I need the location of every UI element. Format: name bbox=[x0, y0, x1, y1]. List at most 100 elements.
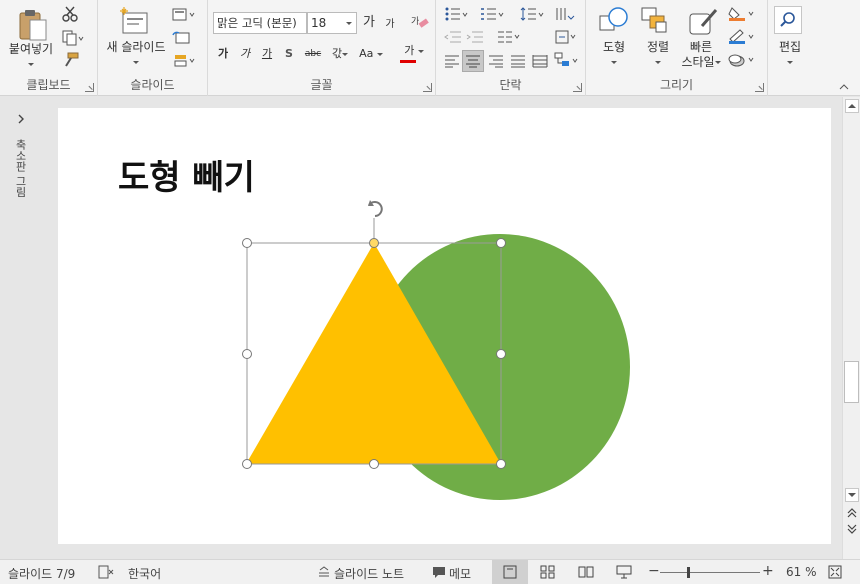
shapes-dropdown-icon[interactable] bbox=[611, 61, 617, 64]
shape-outline-icon[interactable] bbox=[728, 29, 756, 48]
shapes-icon[interactable] bbox=[598, 6, 630, 39]
font-size-select[interactable]: 18 bbox=[307, 12, 357, 34]
drawing-launcher-icon[interactable] bbox=[755, 83, 764, 92]
arrange-icon[interactable] bbox=[640, 6, 672, 39]
quick-styles-button[interactable]: 빠른 스타일 bbox=[678, 40, 724, 70]
strikethrough-button[interactable]: abc bbox=[302, 45, 324, 63]
shape-fill-icon[interactable] bbox=[728, 6, 756, 25]
scrollbar-thumb[interactable] bbox=[844, 361, 859, 403]
smartart-icon[interactable] bbox=[554, 52, 580, 71]
change-case-dropdown-icon[interactable] bbox=[376, 52, 383, 56]
distributed-icon[interactable] bbox=[532, 54, 548, 71]
section-icon[interactable] bbox=[172, 54, 196, 71]
change-case-button[interactable]: Aa bbox=[356, 45, 386, 63]
zoom-slider[interactable] bbox=[660, 567, 760, 578]
bold-button[interactable]: 가 bbox=[216, 45, 230, 63]
scroll-down-button[interactable] bbox=[845, 488, 859, 502]
resize-handle-bottom-right[interactable] bbox=[496, 459, 506, 469]
font-color-button[interactable]: 가 bbox=[398, 42, 430, 63]
slide-counter[interactable]: 슬라이드 7/9 bbox=[8, 565, 75, 582]
reading-view-icon[interactable] bbox=[578, 565, 594, 582]
notes-icon[interactable] bbox=[318, 566, 330, 581]
text-direction-icon[interactable] bbox=[554, 6, 580, 25]
expand-thumbnails-icon[interactable] bbox=[16, 113, 26, 128]
thumbnail-pane-label[interactable]: 축소판 그림 bbox=[12, 139, 28, 198]
paste-button[interactable]: 붙여넣기 bbox=[4, 42, 58, 72]
resize-handle-top-right[interactable] bbox=[496, 238, 506, 248]
increase-indent-icon[interactable] bbox=[466, 30, 484, 47]
notes-button[interactable]: 슬라이드 노트 bbox=[334, 565, 404, 582]
normal-view-icon[interactable] bbox=[492, 560, 528, 584]
paste-icon[interactable] bbox=[18, 8, 48, 45]
editing-dropdown-icon[interactable] bbox=[787, 61, 793, 64]
copy-icon[interactable] bbox=[62, 30, 84, 49]
slideshow-icon[interactable] bbox=[616, 565, 632, 582]
cut-icon[interactable] bbox=[62, 6, 78, 25]
numbering-icon[interactable] bbox=[480, 6, 506, 25]
clipboard-group-label: 클립보드 bbox=[26, 78, 71, 92]
columns-icon[interactable] bbox=[496, 30, 522, 47]
rotation-handle-icon[interactable] bbox=[368, 200, 383, 217]
layout-icon[interactable] bbox=[172, 8, 196, 25]
zoom-out-icon[interactable]: − bbox=[648, 563, 660, 579]
bold-label: 가 bbox=[217, 47, 229, 60]
find-icon[interactable] bbox=[774, 6, 802, 34]
scroll-up-button[interactable] bbox=[845, 99, 859, 113]
quick-styles-dropdown-icon[interactable] bbox=[714, 61, 721, 64]
format-painter-icon[interactable] bbox=[62, 52, 80, 71]
shape-effects-icon[interactable] bbox=[728, 52, 756, 71]
shapes-button[interactable]: 도형 bbox=[592, 40, 636, 70]
previous-slide-icon[interactable] bbox=[847, 507, 857, 522]
comments-icon[interactable] bbox=[432, 566, 446, 582]
slide-canvas[interactable]: 도형 빼기 bbox=[58, 108, 831, 544]
fit-to-window-icon[interactable] bbox=[828, 565, 842, 582]
font-color-dropdown-icon[interactable] bbox=[417, 49, 424, 53]
comments-button[interactable]: 메모 bbox=[449, 565, 471, 582]
italic-button[interactable]: 가 bbox=[238, 45, 252, 63]
adjust-handle-top[interactable] bbox=[369, 238, 379, 248]
resize-handle-mid-right[interactable] bbox=[496, 349, 506, 359]
decrease-indent-icon[interactable] bbox=[444, 30, 462, 47]
shrink-font-button[interactable]: 가 bbox=[382, 16, 398, 34]
slide-sorter-icon[interactable] bbox=[540, 565, 556, 582]
resize-handle-bottom-left[interactable] bbox=[242, 459, 252, 469]
grow-font-button[interactable]: 가 bbox=[360, 14, 378, 32]
character-spacing-dropdown-icon[interactable] bbox=[342, 52, 349, 56]
clipboard-launcher-icon[interactable] bbox=[85, 83, 94, 92]
resize-handle-top-left[interactable] bbox=[242, 238, 252, 248]
font-launcher-icon[interactable] bbox=[423, 83, 432, 92]
resize-handle-bottom-mid[interactable] bbox=[369, 459, 379, 469]
quick-styles-icon[interactable] bbox=[688, 6, 720, 39]
arrange-dropdown-icon[interactable] bbox=[655, 61, 661, 64]
new-slide-icon[interactable] bbox=[120, 7, 150, 40]
line-spacing-icon[interactable] bbox=[520, 6, 546, 25]
character-spacing-button[interactable]: 갃​ bbox=[326, 45, 354, 63]
zoom-in-icon[interactable]: + bbox=[762, 563, 774, 579]
spellcheck-icon[interactable] bbox=[98, 565, 114, 582]
align-right-icon[interactable] bbox=[488, 54, 504, 71]
arrange-button[interactable]: 정렬 bbox=[636, 40, 680, 70]
paragraph-launcher-icon[interactable] bbox=[573, 83, 582, 92]
clear-formatting-button[interactable]: 가 bbox=[410, 14, 430, 32]
vertical-scrollbar[interactable] bbox=[842, 97, 860, 559]
editing-button[interactable]: 편집 bbox=[768, 40, 812, 70]
zoom-slider-handle[interactable] bbox=[687, 567, 690, 578]
zoom-level[interactable]: 61 % bbox=[786, 565, 817, 579]
shadow-button[interactable]: S bbox=[282, 45, 296, 63]
align-text-icon[interactable] bbox=[554, 30, 580, 47]
reset-icon[interactable] bbox=[172, 31, 192, 48]
align-center-icon[interactable] bbox=[462, 50, 484, 72]
bullets-icon[interactable] bbox=[444, 6, 470, 25]
collapse-ribbon-icon[interactable] bbox=[838, 80, 850, 94]
next-slide-icon[interactable] bbox=[847, 523, 857, 538]
underline-button[interactable]: 가 bbox=[260, 45, 274, 63]
resize-handle-mid-left[interactable] bbox=[242, 349, 252, 359]
justify-icon[interactable] bbox=[510, 54, 526, 71]
paste-dropdown-icon[interactable] bbox=[28, 63, 34, 66]
new-slide-button[interactable]: 새 슬라이드 bbox=[100, 40, 172, 70]
font-size-dropdown-icon[interactable] bbox=[346, 22, 352, 25]
language-indicator[interactable]: 한국어 bbox=[128, 565, 161, 582]
font-name-select[interactable]: 맑은 고딕 (본문) bbox=[213, 12, 307, 34]
new-slide-dropdown-icon[interactable] bbox=[133, 61, 139, 64]
align-left-icon[interactable] bbox=[444, 54, 460, 71]
